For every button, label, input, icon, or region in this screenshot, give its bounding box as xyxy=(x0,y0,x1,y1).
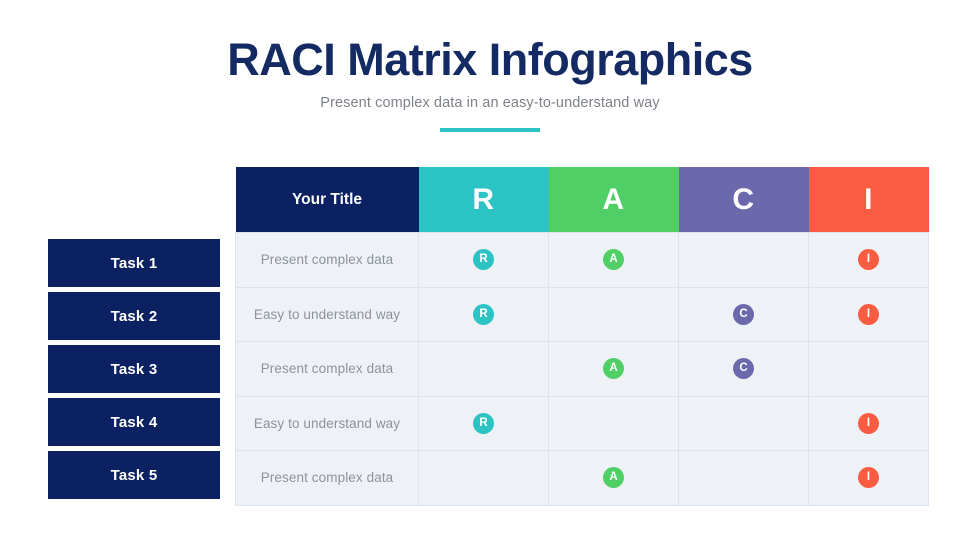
matrix-header-row: Your Title R A C I xyxy=(235,167,929,233)
row-description: Easy to understand way xyxy=(235,396,419,451)
cell-accountable[interactable]: A xyxy=(548,341,679,397)
cell-accountable[interactable] xyxy=(548,396,679,451)
badge-accountable: A xyxy=(603,249,624,271)
cell-informed[interactable]: I xyxy=(808,396,929,451)
badge-responsible: R xyxy=(473,412,494,434)
badge-responsible: R xyxy=(473,303,494,325)
badge-informed: I xyxy=(858,303,879,325)
badge-responsible: R xyxy=(473,249,494,271)
task-box-label: Task 4 xyxy=(110,413,158,431)
column-header-consulted-label: C xyxy=(732,182,755,216)
column-header-informed: I xyxy=(808,167,929,233)
cell-responsible[interactable]: R xyxy=(418,232,549,288)
column-header-accountable: A xyxy=(548,167,679,233)
badge-consulted: C xyxy=(733,303,754,325)
table-row: Present complex data A I xyxy=(235,450,929,506)
cell-informed[interactable] xyxy=(808,341,929,397)
cell-accountable[interactable] xyxy=(548,287,679,342)
column-header-responsible: R xyxy=(418,167,549,233)
task-box-label: Task 3 xyxy=(110,360,158,378)
cell-consulted[interactable]: C xyxy=(678,287,809,342)
column-header-accountable-label: A xyxy=(602,182,625,216)
column-header-informed-label: I xyxy=(864,182,873,216)
column-header-title-label: Your Title xyxy=(291,190,363,208)
badge-informed: I xyxy=(858,467,879,489)
table-row: Present complex data R A I xyxy=(235,232,929,288)
table-row: Present complex data A C xyxy=(235,341,929,397)
table-row: Easy to understand way R C I xyxy=(235,287,929,342)
title-underline-accent xyxy=(440,128,540,132)
cell-informed[interactable]: I xyxy=(808,232,929,288)
task-box-label: Task 2 xyxy=(110,307,158,325)
cell-responsible[interactable]: R xyxy=(418,287,549,342)
task-box[interactable]: Task 4 xyxy=(48,398,220,446)
column-header-responsible-label: R xyxy=(472,182,495,216)
row-description: Easy to understand way xyxy=(235,287,419,342)
column-header-consulted: C xyxy=(678,167,809,233)
task-box[interactable]: Task 1 xyxy=(48,239,220,287)
cell-accountable[interactable]: A xyxy=(548,232,679,288)
cell-informed[interactable]: I xyxy=(808,450,929,506)
row-description: Present complex data xyxy=(235,341,419,397)
badge-accountable: A xyxy=(603,358,624,380)
task-box[interactable]: Task 3 xyxy=(48,345,220,393)
cell-responsible[interactable]: R xyxy=(418,396,549,451)
raci-matrix-table: Your Title R A C I Present complex data … xyxy=(235,167,929,506)
cell-consulted[interactable] xyxy=(678,396,809,451)
cell-consulted[interactable] xyxy=(678,232,809,288)
row-description: Present complex data xyxy=(235,232,419,288)
cell-accountable[interactable]: A xyxy=(548,450,679,506)
task-box[interactable]: Task 2 xyxy=(48,292,220,340)
task-box[interactable]: Task 5 xyxy=(48,451,220,499)
row-description: Present complex data xyxy=(235,450,419,506)
cell-consulted[interactable]: C xyxy=(678,341,809,397)
cell-consulted[interactable] xyxy=(678,450,809,506)
badge-informed: I xyxy=(858,249,879,271)
task-box-label: Task 1 xyxy=(110,254,158,272)
task-box-label: Task 5 xyxy=(110,466,158,484)
badge-consulted: C xyxy=(733,358,754,380)
column-header-title: Your Title xyxy=(235,167,419,233)
table-row: Easy to understand way R I xyxy=(235,396,929,451)
cell-responsible[interactable] xyxy=(418,450,549,506)
matrix-body: Present complex data R A I Easy to under… xyxy=(235,232,929,506)
cell-responsible[interactable] xyxy=(418,341,549,397)
task-label-column: Task 1 Task 2 Task 3 Task 4 Task 5 xyxy=(48,239,220,504)
slide-header: RACI Matrix Infographics Present complex… xyxy=(0,36,980,132)
cell-informed[interactable]: I xyxy=(808,287,929,342)
page-subtitle: Present complex data in an easy-to-under… xyxy=(320,95,660,112)
badge-accountable: A xyxy=(603,467,624,489)
badge-informed: I xyxy=(858,412,879,434)
page-title: RACI Matrix Infographics xyxy=(227,34,753,85)
